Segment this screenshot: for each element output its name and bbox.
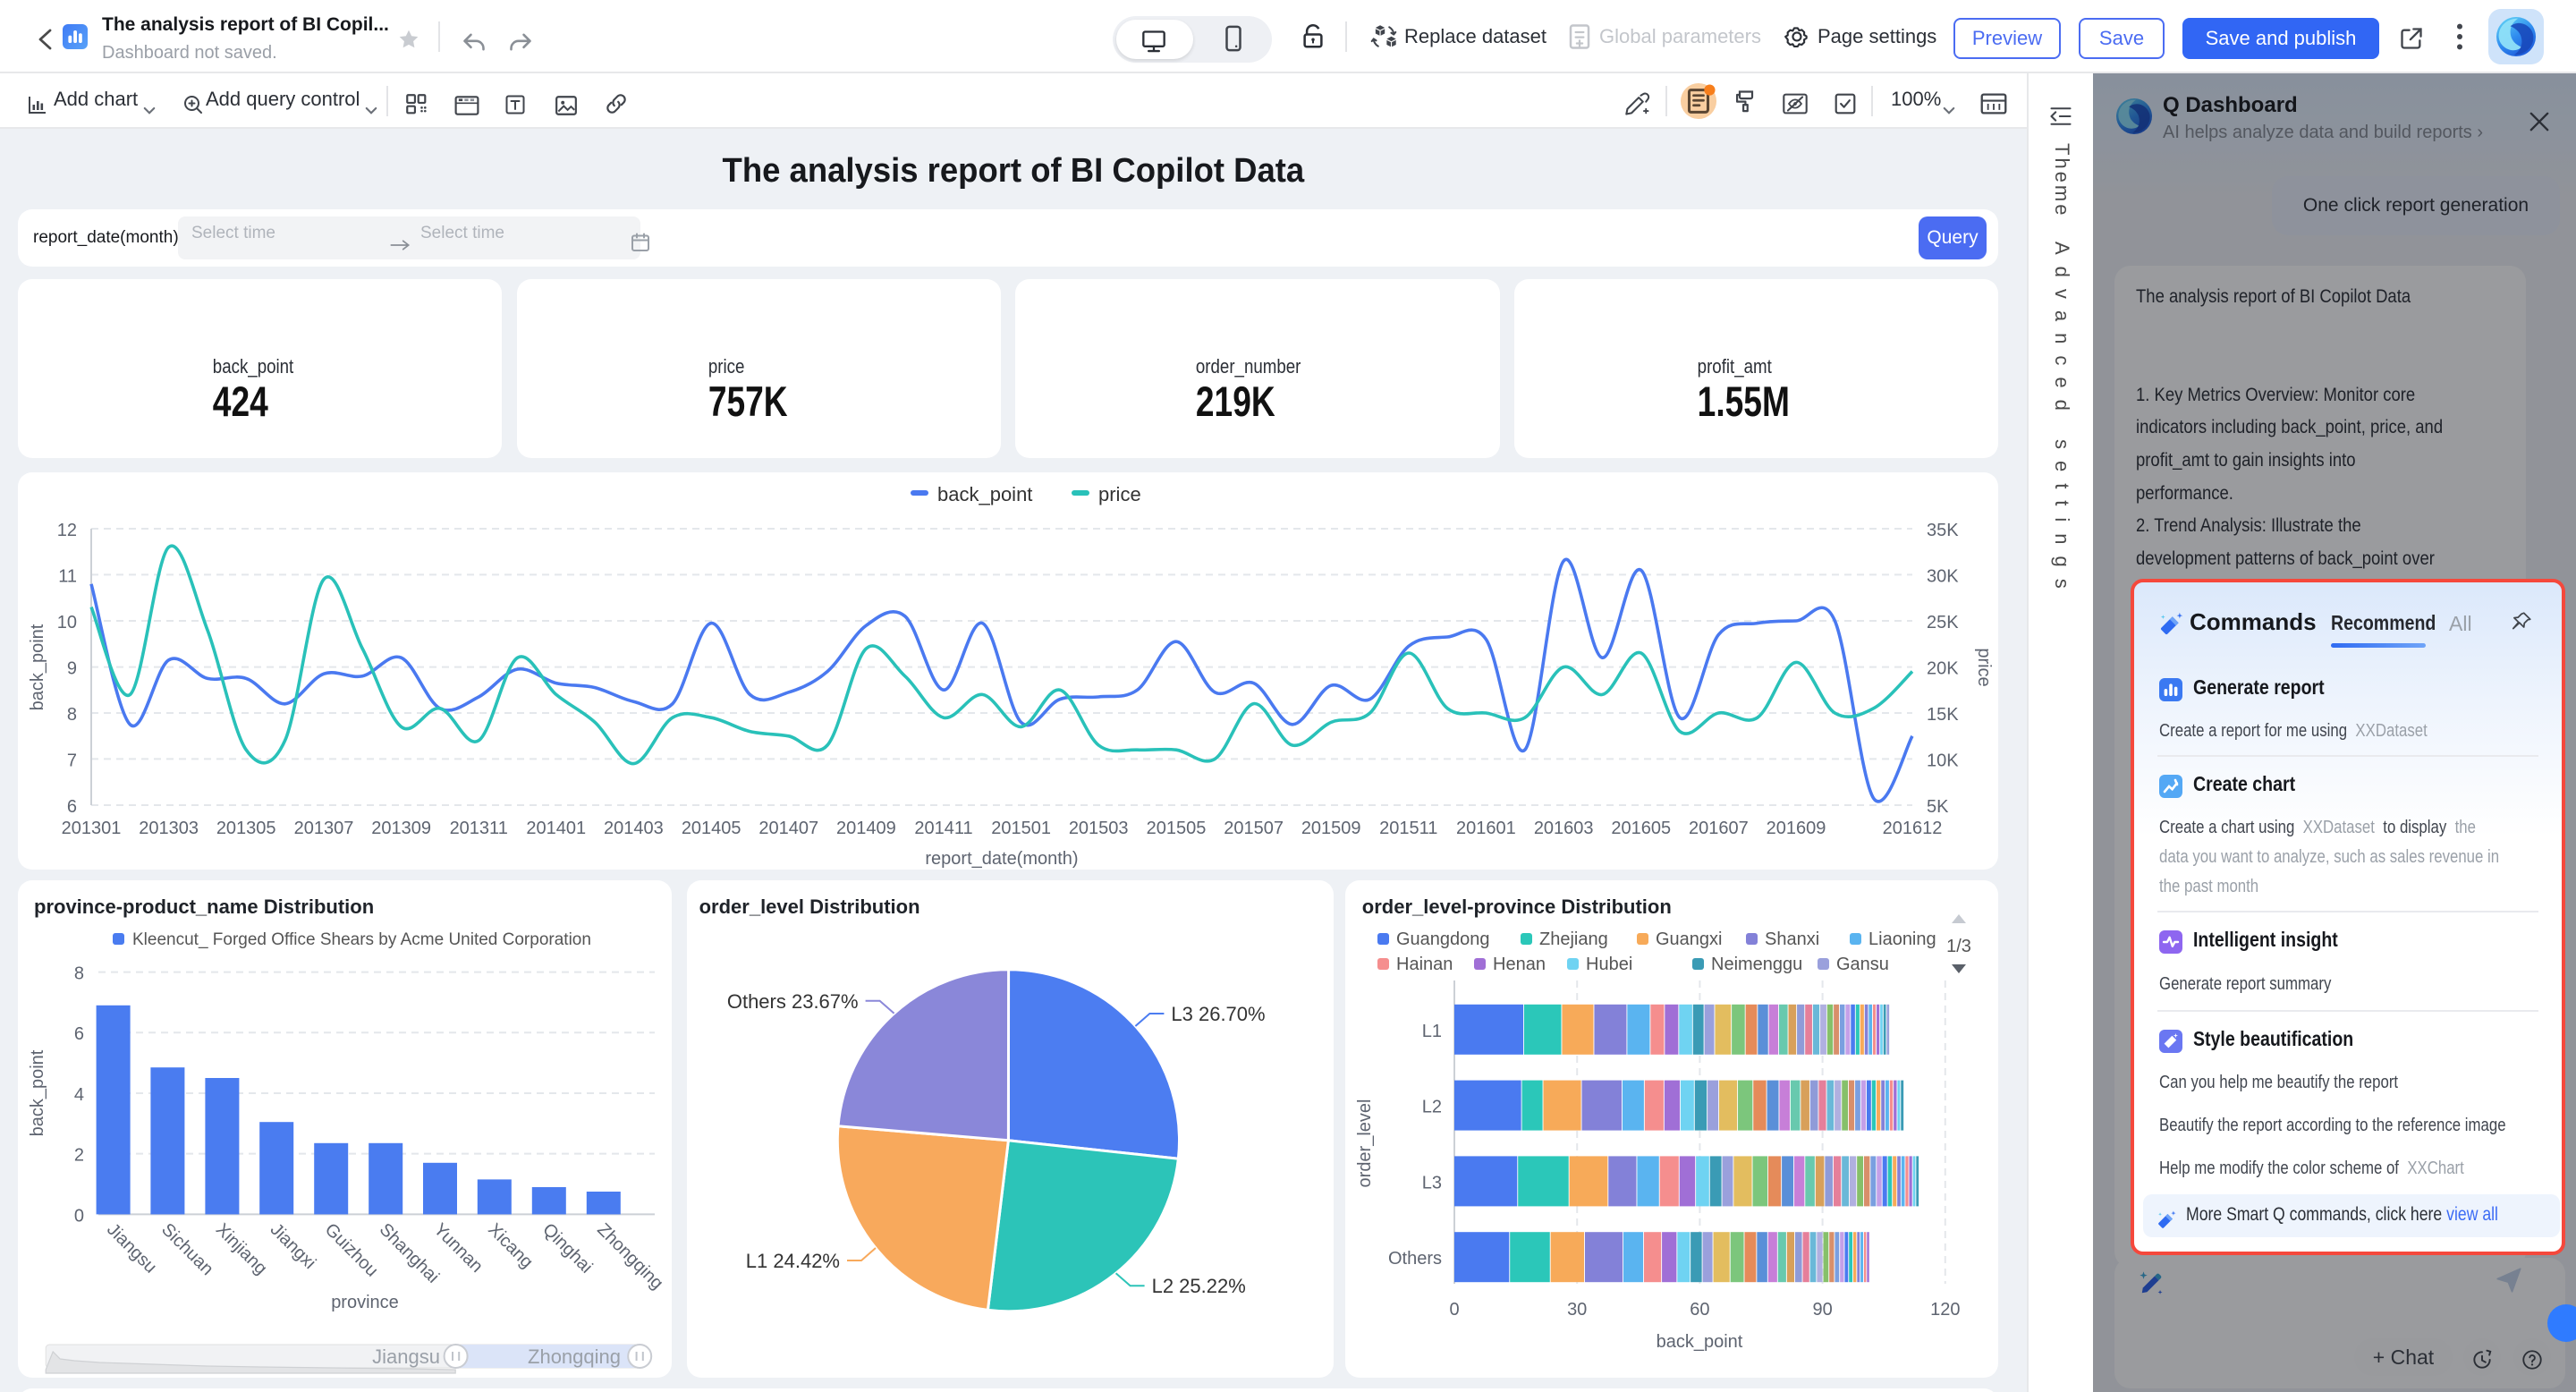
svg-text:5K: 5K xyxy=(1927,797,1949,817)
svg-text:Kleencut_ Forged Office Shears: Kleencut_ Forged Office Shears by Acme U… xyxy=(132,930,591,949)
svg-text:Jiangxi: Jiangxi xyxy=(267,1219,320,1273)
svg-text:1/3: 1/3 xyxy=(1946,937,1971,956)
svg-text:price: price xyxy=(1974,648,1994,686)
svg-text:report_date(month): report_date(month) xyxy=(925,849,1078,869)
svg-text:201507: 201507 xyxy=(1224,819,1284,838)
svg-text:120: 120 xyxy=(1930,1300,1960,1320)
svg-text:Gansu: Gansu xyxy=(1836,955,1889,974)
svg-text:L3 26.70%: L3 26.70% xyxy=(1171,1003,1265,1025)
svg-text:201609: 201609 xyxy=(1767,819,1826,838)
svg-text:Jiangsu: Jiangsu xyxy=(372,1345,440,1368)
svg-text:60: 60 xyxy=(1690,1300,1709,1320)
svg-text:back_point: back_point xyxy=(28,624,47,710)
svg-text:201307: 201307 xyxy=(294,819,354,838)
svg-text:201409: 201409 xyxy=(836,819,896,838)
svg-text:201505: 201505 xyxy=(1147,819,1207,838)
svg-text:Liaoning: Liaoning xyxy=(1868,929,1936,949)
svg-text:0: 0 xyxy=(1449,1300,1459,1320)
svg-text:4: 4 xyxy=(74,1085,84,1105)
svg-text:12: 12 xyxy=(57,521,77,540)
svg-text:Qinghai: Qinghai xyxy=(538,1219,596,1277)
svg-text:2: 2 xyxy=(74,1146,84,1166)
svg-text:Jiangsu: Jiangsu xyxy=(103,1219,160,1277)
svg-text:201305: 201305 xyxy=(216,819,276,838)
svg-text:201401: 201401 xyxy=(526,819,586,838)
svg-text:L2: L2 xyxy=(1422,1098,1442,1117)
svg-text:201612: 201612 xyxy=(1883,819,1943,838)
svg-text:201511: 201511 xyxy=(1379,819,1437,838)
svg-text:201411: 201411 xyxy=(914,819,972,838)
svg-text:30: 30 xyxy=(1567,1300,1587,1320)
svg-text:Hubei: Hubei xyxy=(1586,955,1632,974)
svg-text:201303: 201303 xyxy=(139,819,199,838)
svg-text:back_point: back_point xyxy=(1657,1332,1743,1352)
svg-text:201405: 201405 xyxy=(682,819,741,838)
svg-text:201501: 201501 xyxy=(991,819,1051,838)
svg-text:Guangdong: Guangdong xyxy=(1396,929,1490,949)
svg-text:Hainan: Hainan xyxy=(1396,955,1453,974)
svg-text:201309: 201309 xyxy=(371,819,431,838)
svg-text:Guangxi: Guangxi xyxy=(1656,929,1723,949)
svg-text:order_level: order_level xyxy=(1355,1099,1375,1188)
svg-text:Xicang: Xicang xyxy=(484,1219,537,1272)
svg-text:Zhejiang: Zhejiang xyxy=(1539,929,1608,949)
svg-text:201601: 201601 xyxy=(1456,819,1516,838)
svg-text:8: 8 xyxy=(74,964,84,984)
svg-text:20K: 20K xyxy=(1927,659,1959,679)
svg-text:Neimenggu: Neimenggu xyxy=(1711,955,1802,974)
svg-text:6: 6 xyxy=(67,797,77,817)
svg-text:25K: 25K xyxy=(1927,613,1959,632)
svg-text:8: 8 xyxy=(67,705,77,725)
svg-text:6: 6 xyxy=(74,1024,84,1044)
svg-text:Zhongqing: Zhongqing xyxy=(593,1219,666,1293)
svg-text:201403: 201403 xyxy=(604,819,664,838)
svg-text:201407: 201407 xyxy=(758,819,818,838)
svg-text:35K: 35K xyxy=(1927,521,1959,540)
svg-text:15K: 15K xyxy=(1927,705,1959,725)
svg-text:201311: 201311 xyxy=(450,819,508,838)
svg-text:0: 0 xyxy=(74,1206,84,1226)
svg-text:Others 23.67%: Others 23.67% xyxy=(726,990,858,1013)
svg-text:Shanxi: Shanxi xyxy=(1765,929,1819,949)
svg-text:10K: 10K xyxy=(1927,751,1959,770)
svg-text:201509: 201509 xyxy=(1301,819,1361,838)
svg-text:201607: 201607 xyxy=(1689,819,1749,838)
svg-text:90: 90 xyxy=(1812,1300,1832,1320)
svg-text:Guizhou: Guizhou xyxy=(321,1219,382,1280)
svg-text:Xinjiang: Xinjiang xyxy=(212,1219,271,1278)
svg-text:201301: 201301 xyxy=(62,819,122,838)
svg-text:9: 9 xyxy=(67,659,77,679)
svg-text:Others: Others xyxy=(1388,1249,1442,1269)
svg-text:L1: L1 xyxy=(1422,1022,1442,1041)
svg-text:price: price xyxy=(1098,483,1141,505)
svg-text:10: 10 xyxy=(57,613,77,632)
svg-text:201603: 201603 xyxy=(1534,819,1594,838)
svg-text:201503: 201503 xyxy=(1069,819,1129,838)
svg-text:Sichuan: Sichuan xyxy=(157,1219,217,1279)
svg-text:back_point: back_point xyxy=(937,483,1032,505)
svg-text:L1 24.42%: L1 24.42% xyxy=(745,1250,839,1272)
svg-text:Zhongqing: Zhongqing xyxy=(528,1345,621,1368)
svg-text:Henan: Henan xyxy=(1493,955,1546,974)
svg-text:L2 25.22%: L2 25.22% xyxy=(1151,1275,1245,1297)
svg-text:11: 11 xyxy=(58,566,77,586)
svg-text:201605: 201605 xyxy=(1611,819,1671,838)
svg-text:7: 7 xyxy=(67,751,77,770)
svg-text:province: province xyxy=(331,1293,399,1312)
svg-text:back_point: back_point xyxy=(28,1049,47,1136)
svg-text:30K: 30K xyxy=(1927,566,1959,586)
svg-text:L3: L3 xyxy=(1422,1173,1442,1193)
